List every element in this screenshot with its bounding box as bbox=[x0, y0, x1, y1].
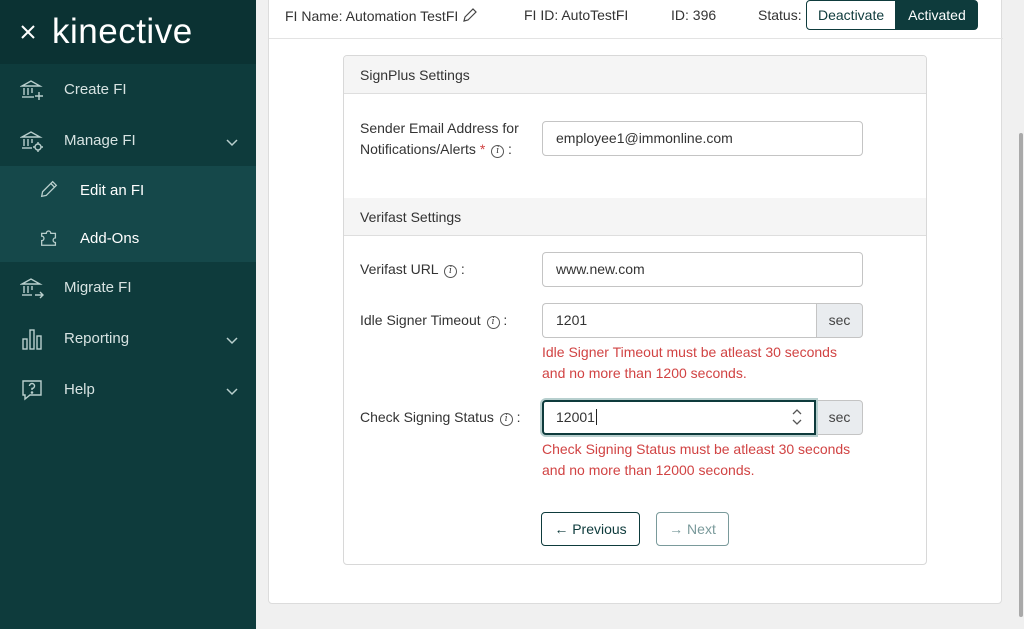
fi-header-bar: FI Name: Automation TestFI FI ID: AutoTe… bbox=[269, 0, 1003, 39]
kinective-logo: kinective bbox=[52, 12, 193, 51]
bank-add-icon bbox=[20, 78, 44, 102]
sender-email-label-line2: Notifications/Alerts bbox=[360, 141, 476, 157]
check-signing-status-label: Check Signing Status i : bbox=[360, 409, 521, 426]
sidebar-item-migrate-fi[interactable]: Migrate FI bbox=[0, 262, 256, 313]
verifast-url-input[interactable]: www.new.com bbox=[542, 252, 863, 287]
idle-signer-timeout-label: Idle Signer Timeout i : bbox=[360, 312, 508, 329]
previous-button[interactable]: ← Previous bbox=[541, 512, 640, 546]
text-caret bbox=[595, 409, 597, 425]
sidebar-item-create-fi[interactable]: Create FI bbox=[0, 64, 256, 115]
status-toggle: Deactivate Activated bbox=[806, 0, 978, 30]
check-error-line1: Check Signing Status must be atleast 30 … bbox=[542, 441, 851, 457]
sidebar-item-label: Edit an FI bbox=[80, 181, 145, 199]
sidebar-item-label: Reporting bbox=[64, 330, 130, 347]
page-scrollbar[interactable] bbox=[1018, 0, 1024, 629]
required-asterisk: * bbox=[479, 141, 486, 157]
sidebar-item-add-ons[interactable]: Add-Ons bbox=[0, 214, 256, 262]
puzzle-icon bbox=[38, 226, 62, 250]
idle-error-line2: and no more than 1200 seconds. bbox=[542, 365, 747, 381]
check-signing-status-label-text: Check Signing Status bbox=[360, 409, 494, 425]
check-signing-status-error: Check Signing Status must be atleast 30 … bbox=[542, 439, 872, 481]
idle-signer-timeout-label-text: Idle Signer Timeout bbox=[360, 312, 481, 328]
bar-chart-icon bbox=[20, 327, 44, 351]
brand-bar: kinective bbox=[0, 0, 256, 64]
sidebar-item-help[interactable]: Help bbox=[0, 364, 256, 415]
activated-button[interactable]: Activated bbox=[896, 0, 978, 30]
scrollbar-thumb[interactable] bbox=[1019, 133, 1023, 617]
verifast-section-title: Verifast Settings bbox=[344, 198, 926, 236]
next-button-label: Next bbox=[687, 521, 716, 537]
check-signing-status-unit: sec bbox=[816, 400, 863, 435]
fi-id: FI ID: AutoTestFI bbox=[524, 7, 629, 23]
bank-gear-icon bbox=[20, 129, 44, 153]
info-icon[interactable]: i bbox=[499, 413, 513, 426]
chevron-down-icon bbox=[226, 333, 238, 345]
sidebar-item-label: Manage FI bbox=[64, 132, 136, 149]
pencil-icon bbox=[38, 178, 62, 202]
sidebar-item-edit-fi[interactable]: Edit an FI bbox=[0, 166, 256, 214]
fi-settings-panel: FI Name: Automation TestFI FI ID: AutoTe… bbox=[268, 0, 1003, 604]
check-signing-status-value: 12001 bbox=[556, 409, 595, 425]
sidebar-item-label: Migrate FI bbox=[64, 279, 132, 296]
verifast-url-label: Verifast URL i : bbox=[360, 261, 465, 278]
fi-number-id: ID: 396 bbox=[671, 7, 717, 23]
number-spinner-icon[interactable] bbox=[792, 407, 802, 427]
sidebar-item-reporting[interactable]: Reporting bbox=[0, 313, 256, 364]
idle-signer-timeout-error: Idle Signer Timeout must be atleast 30 s… bbox=[542, 342, 872, 384]
sidebar-item-label: Create FI bbox=[64, 81, 127, 98]
signplus-section-title: SignPlus Settings bbox=[344, 56, 926, 94]
arrow-right-icon: → bbox=[669, 521, 684, 537]
bank-arrow-icon bbox=[20, 276, 44, 300]
sender-email-label: Sender Email Address for Notifications/A… bbox=[360, 120, 519, 158]
sidebar-item-manage-fi[interactable]: Manage FI bbox=[0, 115, 256, 166]
info-icon[interactable]: i bbox=[491, 145, 505, 158]
status-label: Status: bbox=[758, 7, 802, 23]
check-signing-status-group: 12001 sec bbox=[542, 400, 863, 435]
fi-name: FI Name: Automation TestFI bbox=[285, 7, 478, 26]
settings-card: SignPlus Settings Sender Email Address f… bbox=[343, 55, 927, 565]
sidebar: kinective Create FI Manage FI Edit an FI… bbox=[0, 0, 256, 629]
info-icon[interactable]: i bbox=[443, 265, 457, 278]
idle-signer-timeout-input[interactable]: 1201 bbox=[542, 303, 816, 338]
info-icon[interactable]: i bbox=[486, 316, 500, 329]
fi-name-text: FI Name: Automation TestFI bbox=[285, 8, 459, 24]
idle-signer-timeout-group: 1201 sec bbox=[542, 303, 863, 338]
sender-email-input[interactable]: employee1@immonline.com bbox=[542, 121, 863, 156]
main-content: FI Name: Automation TestFI FI ID: AutoTe… bbox=[256, 0, 1024, 629]
next-button[interactable]: → Next bbox=[656, 512, 729, 546]
chevron-down-icon bbox=[226, 135, 238, 147]
manage-fi-submenu: Edit an FI Add-Ons bbox=[0, 166, 256, 262]
deactivate-button[interactable]: Deactivate bbox=[806, 0, 897, 30]
chevron-down-icon bbox=[226, 384, 238, 396]
check-error-line2: and no more than 12000 seconds. bbox=[542, 462, 755, 478]
check-signing-status-input[interactable]: 12001 bbox=[542, 400, 816, 435]
idle-error-line1: Idle Signer Timeout must be atleast 30 s… bbox=[542, 344, 837, 360]
edit-pencil-icon[interactable] bbox=[462, 7, 478, 26]
arrow-left-icon: ← bbox=[554, 521, 569, 537]
sidebar-item-label: Add-Ons bbox=[80, 229, 140, 247]
help-bubble-icon bbox=[20, 378, 44, 402]
verifast-url-label-text: Verifast URL bbox=[360, 261, 439, 277]
idle-signer-timeout-unit: sec bbox=[816, 303, 863, 338]
sidebar-item-label: Help bbox=[64, 381, 95, 398]
close-icon[interactable] bbox=[18, 22, 38, 42]
previous-button-label: Previous bbox=[572, 521, 627, 537]
sender-email-label-line1: Sender Email Address for bbox=[360, 120, 519, 136]
